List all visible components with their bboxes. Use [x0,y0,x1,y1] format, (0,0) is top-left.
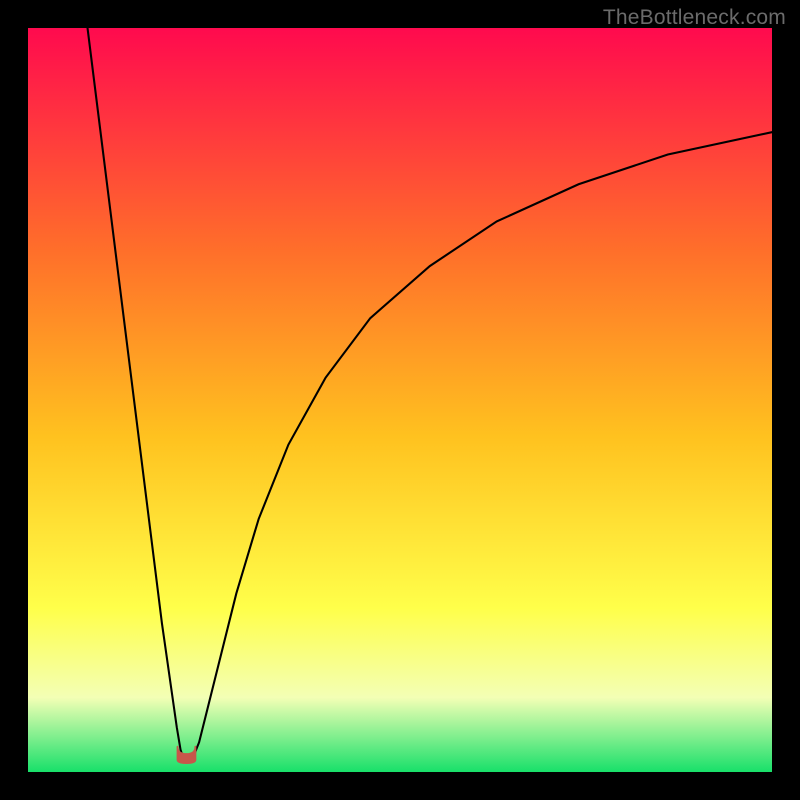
right-curve [192,132,772,761]
watermark-label: TheBottleneck.com [603,6,786,30]
left-curve [88,28,185,761]
curve-layer [28,28,772,772]
chart-frame: TheBottleneck.com [0,0,800,800]
plot-area [28,28,772,772]
